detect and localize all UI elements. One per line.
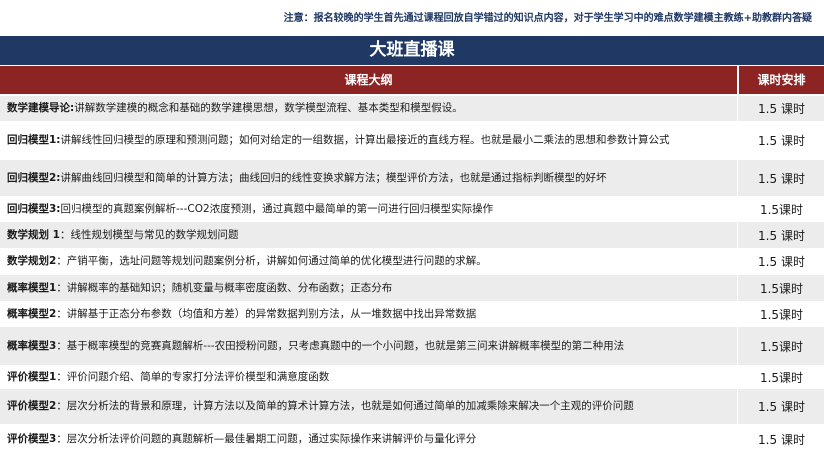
row-desc: 讲解数学建模的概念和基础的数学建模思想，数学模型流程、基本类型和模型假设。 <box>74 102 463 114</box>
table-row: 评价模型1：评价问题介绍、简单的专家打分法评价模型和满意度函数 1.5课时 <box>0 365 824 389</box>
enrollment-notice: 注意：报名较晚的学生首先通过课程回放自学错过的知识点内容，对于学生学习中的难点数… <box>283 13 812 24</box>
syllabus-table: 数学建模导论:讲解数学建模的概念和基础的数学建模思想，数学模型流程、基本类型和模… <box>0 96 824 454</box>
row-title: 回归模型1: <box>7 134 61 146</box>
row-hours: 1.5课时 <box>737 196 824 222</box>
row-title: 数学规划2 <box>7 255 57 267</box>
row-desc: ：线性规划模型与常见的数学规划问题 <box>59 228 239 241</box>
row-description: 评价模型2：层次分析法的背景和原理，计算方法以及简单的算术计算方法，也就是如何通… <box>7 389 732 424</box>
row-title: 评价模型2 <box>7 400 57 412</box>
row-desc: 回归模型的真题案例解析---CO2浓度预测，通过真题中最简单的第一问进行回归模型… <box>60 202 494 215</box>
row-desc: ：产销平衡，选址问题等规划问题案例分析，讲解如何通过简单的优化模型进行问题的求解… <box>56 255 487 267</box>
table-row: 数学规划2：产销平衡，选址问题等规划问题案例分析，讲解如何通过简单的优化模型进行… <box>0 248 824 275</box>
row-description: 数学规划 1：线性规划模型与常见的数学规划问题 <box>7 222 732 248</box>
table-row: 概率模型3：基于概率模型的竞赛真题解析---农田授粉问题，只考虑真题中的一个小问… <box>0 327 824 365</box>
row-description: 回归模型1:讲解线性回归模型的原理和预测问题；如何对给定的一组数据，计算出最接近… <box>7 121 732 160</box>
row-title: 回归模型3: <box>7 202 61 215</box>
row-description: 概率模型3：基于概率模型的竞赛真题解析---农田授粉问题，只考虑真题中的一个小问… <box>7 327 732 365</box>
row-description: 评价模型3：层次分析法评价问题的真题解析—最佳暑期工问题，通过实际操作来讲解评价… <box>7 424 732 454</box>
row-title: 概率模型1 <box>7 281 57 294</box>
row-desc: ：讲解基于正态分布参数（均值和方差）的异常数据判别方法，从一堆数据中找出异常数据 <box>56 307 477 320</box>
row-hours: 1.5课时 <box>737 301 824 327</box>
row-title: 数学建模导论: <box>7 102 75 114</box>
row-description: 数学建模导论:讲解数学建模的概念和基础的数学建模思想，数学模型流程、基本类型和模… <box>7 96 732 121</box>
row-description: 概率模型1：讲解概率的基础知识；随机变量与概率密度函数、分布函数；正态分布 <box>7 275 732 301</box>
table-row: 回归模型1:讲解线性回归模型的原理和预测问题；如何对给定的一组数据，计算出最接近… <box>0 121 824 160</box>
banner-title: 大班直播课 <box>0 36 824 65</box>
row-desc: ：层次分析法的背景和原理，计算方法以及简单的算术计算方法，也就是如何通过简单的加… <box>56 400 634 412</box>
header-hours: 课时安排 <box>739 66 824 94</box>
table-row: 数学规划 1：线性规划模型与常见的数学规划问题 1.5 课时 <box>0 222 824 248</box>
header-outline: 课程大纲 <box>0 66 737 94</box>
table-row: 概率模型2：讲解基于正态分布参数（均值和方差）的异常数据判别方法，从一堆数据中找… <box>0 301 824 327</box>
row-desc: ：评价问题介绍、简单的专家打分法评价模型和满意度函数 <box>56 370 330 383</box>
row-hours: 1.5 课时 <box>737 121 824 160</box>
table-row: 概率模型1：讲解概率的基础知识；随机变量与概率密度函数、分布函数；正态分布 1.… <box>0 275 824 301</box>
table-row: 回归模型3:回归模型的真题案例解析---CO2浓度预测，通过真题中最简单的第一问… <box>0 196 824 222</box>
row-hours: 1.5 课时 <box>737 248 824 275</box>
row-desc: ：层次分析法评价问题的真题解析—最佳暑期工问题，通过实际操作来讲解评价与量化评分 <box>56 432 477 445</box>
row-hours: 1.5 课时 <box>737 96 824 121</box>
row-title: 数学规划 1 <box>7 228 60 241</box>
row-desc: ：基于概率模型的竞赛真题解析---农田授粉问题，只考虑真题中的一个小问题，也就是… <box>56 339 625 352</box>
row-description: 回归模型3:回归模型的真题案例解析---CO2浓度预测，通过真题中最简单的第一问… <box>7 196 732 222</box>
row-title: 回归模型2: <box>7 171 61 184</box>
row-description: 数学规划2：产销平衡，选址问题等规划问题案例分析，讲解如何通过简单的优化模型进行… <box>7 248 732 275</box>
row-desc: 讲解曲线回归模型和简单的计算方法；曲线回归的线性变换求解方法；模型评价方法，也就… <box>60 171 607 184</box>
row-hours: 1.5 课时 <box>737 160 824 196</box>
row-title: 评价模型3 <box>7 432 57 445</box>
table-row: 回归模型2:讲解曲线回归模型和简单的计算方法；曲线回归的线性变换求解方法；模型评… <box>0 160 824 196</box>
row-desc: 讲解线性回归模型的原理和预测问题；如何对给定的一组数据，计算出最接近的直线方程。… <box>60 134 670 146</box>
table-row: 评价模型3：层次分析法评价问题的真题解析—最佳暑期工问题，通过实际操作来讲解评价… <box>0 424 824 454</box>
row-hours: 1.5 课时 <box>737 389 824 424</box>
row-hours: 1.5 课时 <box>737 222 824 248</box>
table-row: 评价模型2：层次分析法的背景和原理，计算方法以及简单的算术计算方法，也就是如何通… <box>0 389 824 424</box>
row-desc: ：讲解概率的基础知识；随机变量与概率密度函数、分布函数；正态分布 <box>56 281 393 294</box>
table-row: 数学建模导论:讲解数学建模的概念和基础的数学建模思想，数学模型流程、基本类型和模… <box>0 96 824 121</box>
row-hours: 1.5 课时 <box>737 424 824 454</box>
row-description: 评价模型1：评价问题介绍、简单的专家打分法评价模型和满意度函数 <box>7 365 732 389</box>
row-hours: 1.5课时 <box>737 365 824 389</box>
row-title: 评价模型1 <box>7 370 57 383</box>
row-title: 概率模型2 <box>7 307 57 320</box>
row-hours: 1.5课时 <box>737 327 824 365</box>
row-title: 概率模型3 <box>7 339 57 352</box>
row-description: 回归模型2:讲解曲线回归模型和简单的计算方法；曲线回归的线性变换求解方法；模型评… <box>7 160 732 196</box>
row-description: 概率模型2：讲解基于正态分布参数（均值和方差）的异常数据判别方法，从一堆数据中找… <box>7 301 732 327</box>
row-hours: 1.5课时 <box>737 275 824 301</box>
